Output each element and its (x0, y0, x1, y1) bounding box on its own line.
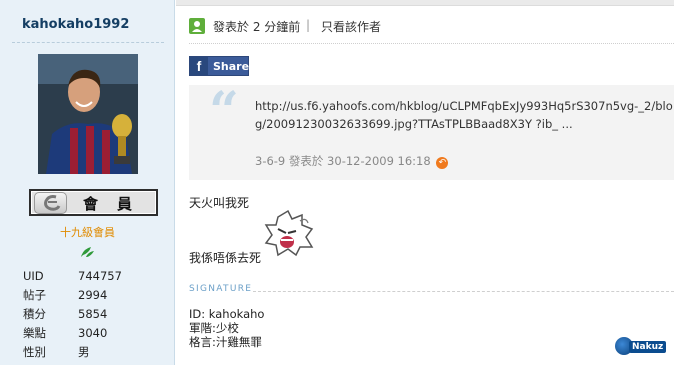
username-link[interactable]: kahokaho1992 (22, 17, 129, 32)
share-label: Share (213, 60, 250, 73)
stat-label: 樂點 (23, 326, 46, 340)
stat-value[interactable]: 2994 (78, 286, 107, 305)
signature-label: SIGNATURE (189, 284, 253, 294)
stat-row-gender: 性別 男 (23, 343, 163, 362)
back-arrow-icon[interactable]: ↶ (436, 157, 449, 169)
watermark-text: Nakuz (629, 341, 667, 353)
user-stats: UID 744757 帖子 2994 積分 5854 樂點 3040 性別 男 (23, 267, 163, 362)
meta-separator: | (306, 18, 311, 32)
avatar[interactable] (38, 54, 138, 174)
rank-title: 十九級會員 (60, 226, 115, 239)
facebook-share-button[interactable]: f Share (189, 56, 249, 76)
top-strip (176, 0, 674, 6)
divider (12, 42, 164, 43)
stat-value: 男 (78, 345, 90, 359)
quote-block: “ http://us.f6.yahoofs.com/hkblog/uCLPMF… (189, 81, 674, 180)
stat-label: 帖子 (23, 288, 46, 302)
stat-label: 性別 (23, 345, 46, 359)
site-logo-icon (34, 192, 67, 214)
quote-mark-icon: “ (209, 81, 239, 142)
stat-label: 積分 (23, 307, 46, 321)
watermark-logo: Nakuz (615, 337, 667, 357)
quote-meta: 3-6-9 發表於 30-12-2009 16:18 ↶ (255, 153, 449, 169)
only-author-link[interactable]: 只看該作者 (321, 18, 381, 35)
badge-label: 會員 (83, 195, 152, 213)
signature-line: ID: kahokaho (189, 307, 265, 321)
signature-line: 格言:汁雞無罪 (189, 335, 262, 349)
quote-text: http://us.f6.yahoofs.com/hkblog/uCLPMFqb… (255, 99, 673, 131)
signature-line: 軍階:少校 (189, 321, 239, 335)
stat-value: 744757 (78, 269, 122, 283)
user-sidebar: kahokaho1992 會員 十九級會員 UID 744757 帖子 2994… (0, 0, 175, 365)
post-time: 發表於 2 分鐘前 (213, 20, 301, 34)
member-badge: 會員 (29, 189, 158, 216)
divider (189, 43, 674, 44)
emoticon-image (262, 209, 316, 257)
signature-text: ID: kahokaho 軍階:少校 格言:汁雞無罪 (189, 307, 264, 349)
divider (253, 291, 674, 292)
quote-meta-text: 3-6-9 發表於 30-12-2009 16:18 (255, 154, 431, 168)
stat-row-posts: 帖子 2994 (23, 286, 163, 305)
post-body-line: 我係唔係去死 (189, 251, 262, 265)
facebook-icon: f (190, 57, 208, 75)
stat-row-uid: UID 744757 (23, 267, 163, 286)
stat-value: 5854 (78, 307, 108, 321)
user-icon (189, 18, 205, 34)
stat-row-points: 積分 5854 (23, 305, 163, 324)
post-body-line: 天火叫我死 (189, 196, 250, 210)
rank-leaf-icon (79, 245, 95, 259)
stat-row-credits: 樂點 3040 (23, 324, 163, 343)
stat-label: UID (23, 269, 44, 283)
stat-value: 3040 (78, 326, 108, 340)
